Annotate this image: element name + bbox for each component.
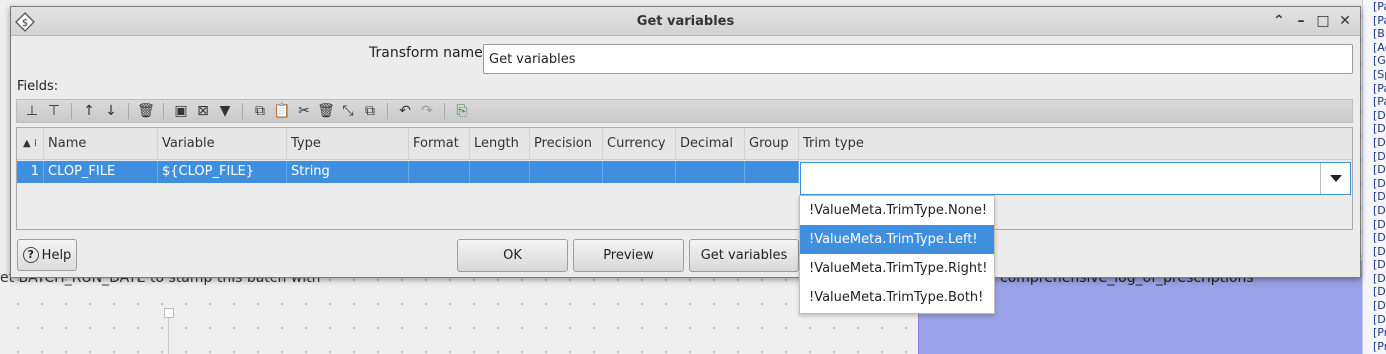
help-button-label: Help [41,247,72,263]
cell-type[interactable]: String [287,161,409,183]
panel-item[interactable]: [D [1363,285,1386,299]
panel-item[interactable]: [D [1363,150,1386,164]
help-button[interactable]: ? Help [17,239,77,271]
collapse-icon[interactable]: ⤡ [337,101,359,121]
panel-item[interactable]: [D [1363,245,1386,259]
trim-option-none[interactable]: !ValueMeta.TrimType.None! [800,196,994,225]
help-icon: ? [22,247,39,263]
panel-item[interactable]: [D [1363,272,1386,286]
chevron-up-icon[interactable]: ⌃ [1270,12,1288,30]
panel-item[interactable]: [D [1363,109,1386,123]
dialog-title: Get variables [636,14,735,29]
transform-name-input[interactable] [483,44,1353,74]
cell-group[interactable] [745,161,799,183]
column-header-format[interactable]: Format [409,128,470,160]
panel-item[interactable]: [Pr [1363,340,1386,354]
cell-name[interactable]: CLOP_FILE [44,161,158,183]
panel-item[interactable]: [Pa [1363,14,1386,28]
panel-item[interactable]: [D [1363,231,1386,245]
ok-button[interactable]: OK [457,239,568,272]
column-header-decimal[interactable]: Decimal [676,128,745,160]
undo-icon[interactable]: ↶ [394,101,416,121]
trim-type-combo[interactable] [800,162,1351,195]
minimize-icon[interactable]: – [1292,12,1310,30]
panel-item[interactable]: [D [1363,136,1386,150]
panel-item[interactable]: [Pa [1363,82,1386,96]
panel-item[interactable]: [D [1363,177,1386,191]
column-header-length[interactable]: Length [470,128,530,160]
toolbar-separator [163,103,164,119]
filter-icon[interactable]: ▼ [214,101,236,121]
export-icon[interactable]: ⎘ [451,101,473,121]
dropdown-button[interactable] [1320,163,1350,194]
select-all-icon[interactable]: ▣ [170,101,192,121]
get-variables-dialog: $ Get variables ⌃ – □ ✕ Transform name F… [10,6,1361,278]
panel-item[interactable]: [D [1363,122,1386,136]
cell-format[interactable] [409,161,470,183]
panel-item[interactable]: [Sp [1363,68,1386,82]
cell-currency[interactable] [603,161,676,183]
toolbar-separator [128,103,129,119]
move-up-icon[interactable]: ↑ [78,101,100,121]
trim-type-dropdown: !ValueMeta.TrimType.None! !ValueMeta.Tri… [799,195,995,314]
chevron-down-icon [1329,174,1342,182]
cell-precision[interactable] [530,161,603,183]
close-icon[interactable]: ✕ [1336,12,1354,30]
trim-option-left[interactable]: !ValueMeta.TrimType.Left! [800,225,994,254]
panel-item[interactable]: [Bi [1363,27,1386,41]
redo-icon[interactable]: ↷ [416,101,438,121]
cut-icon[interactable]: ✂ [293,101,315,121]
column-header-precision[interactable]: Precision [530,128,603,160]
canvas-hop-line [168,318,169,354]
delete-icon[interactable]: 🗑 [135,101,157,121]
column-header-currency[interactable]: Currency [603,128,676,160]
fields-label: Fields: [17,79,59,94]
column-header-name[interactable]: Name [44,128,158,160]
cell-decimal[interactable] [676,161,745,183]
panel-item[interactable]: [D [1363,299,1386,313]
fields-toolbar: ⊥ ⊤ ↑ ↓ 🗑 ▣ ⊠ ▼ ⧉ 📋 ✂ 🗑 ⤡ ⧉ ↶ ↷ ⎘ [16,99,1353,123]
toolbar-separator [444,103,445,119]
transform-name-label: Transform name [369,45,483,61]
row-number-header[interactable]: ▲ ⁞ [17,128,44,160]
preview-button[interactable]: Preview [573,239,684,272]
toolbar-separator [387,103,388,119]
canvas-hop-handle[interactable] [164,308,174,318]
maximize-icon[interactable]: □ [1314,12,1332,30]
get-variables-button[interactable]: Get variables [689,239,799,272]
copy-icon[interactable]: ⧉ [249,101,271,121]
panel-item[interactable]: [D [1363,204,1386,218]
panel-item[interactable]: [G [1363,54,1386,68]
cell-variable[interactable]: ${CLOP_FILE} [158,161,287,183]
panel-item[interactable]: [D [1363,218,1386,232]
insert-before-icon[interactable]: ⊥ [21,101,43,121]
column-header-type[interactable]: Type [287,128,409,160]
panel-item[interactable]: [D [1363,190,1386,204]
panel-item[interactable]: [Ac [1363,41,1386,55]
insert-after-icon[interactable]: ⊤ [43,101,65,121]
dialog-titlebar[interactable]: $ Get variables ⌃ – □ ✕ [11,7,1360,36]
panel-item[interactable]: [D [1363,163,1386,177]
delete-row-icon[interactable]: 🗑 [315,101,337,121]
paste-icon[interactable]: 📋 [271,101,293,121]
right-side-panel: [Pa [Pa [Bi [Ac [G [Sp [Pa [Pa [D [D [D … [1362,0,1386,354]
toolbar-separator [242,103,243,119]
row-number: 1 [17,161,44,183]
column-header-group[interactable]: Group [745,128,799,160]
panel-item[interactable]: [Pr [1363,326,1386,340]
trim-option-both[interactable]: !ValueMeta.TrimType.Both! [800,283,994,312]
column-header-trim-type[interactable]: Trim type [799,128,1352,160]
table-header: ▲ ⁞ Name Variable Type Format Length Pre… [17,128,1352,160]
panel-item[interactable]: [Pa [1363,95,1386,109]
panel-item[interactable]: [D [1363,313,1386,327]
clear-selection-icon[interactable]: ⊠ [192,101,214,121]
toolbar-separator [71,103,72,119]
move-down-icon[interactable]: ↓ [100,101,122,121]
trim-option-right[interactable]: !ValueMeta.TrimType.Right! [800,254,994,283]
cell-length[interactable] [470,161,530,183]
panel-item[interactable]: [Pa [1363,0,1386,14]
column-header-variable[interactable]: Variable [158,128,287,160]
panel-item[interactable]: [D [1363,258,1386,272]
duplicate-icon[interactable]: ⧉ [359,101,381,121]
